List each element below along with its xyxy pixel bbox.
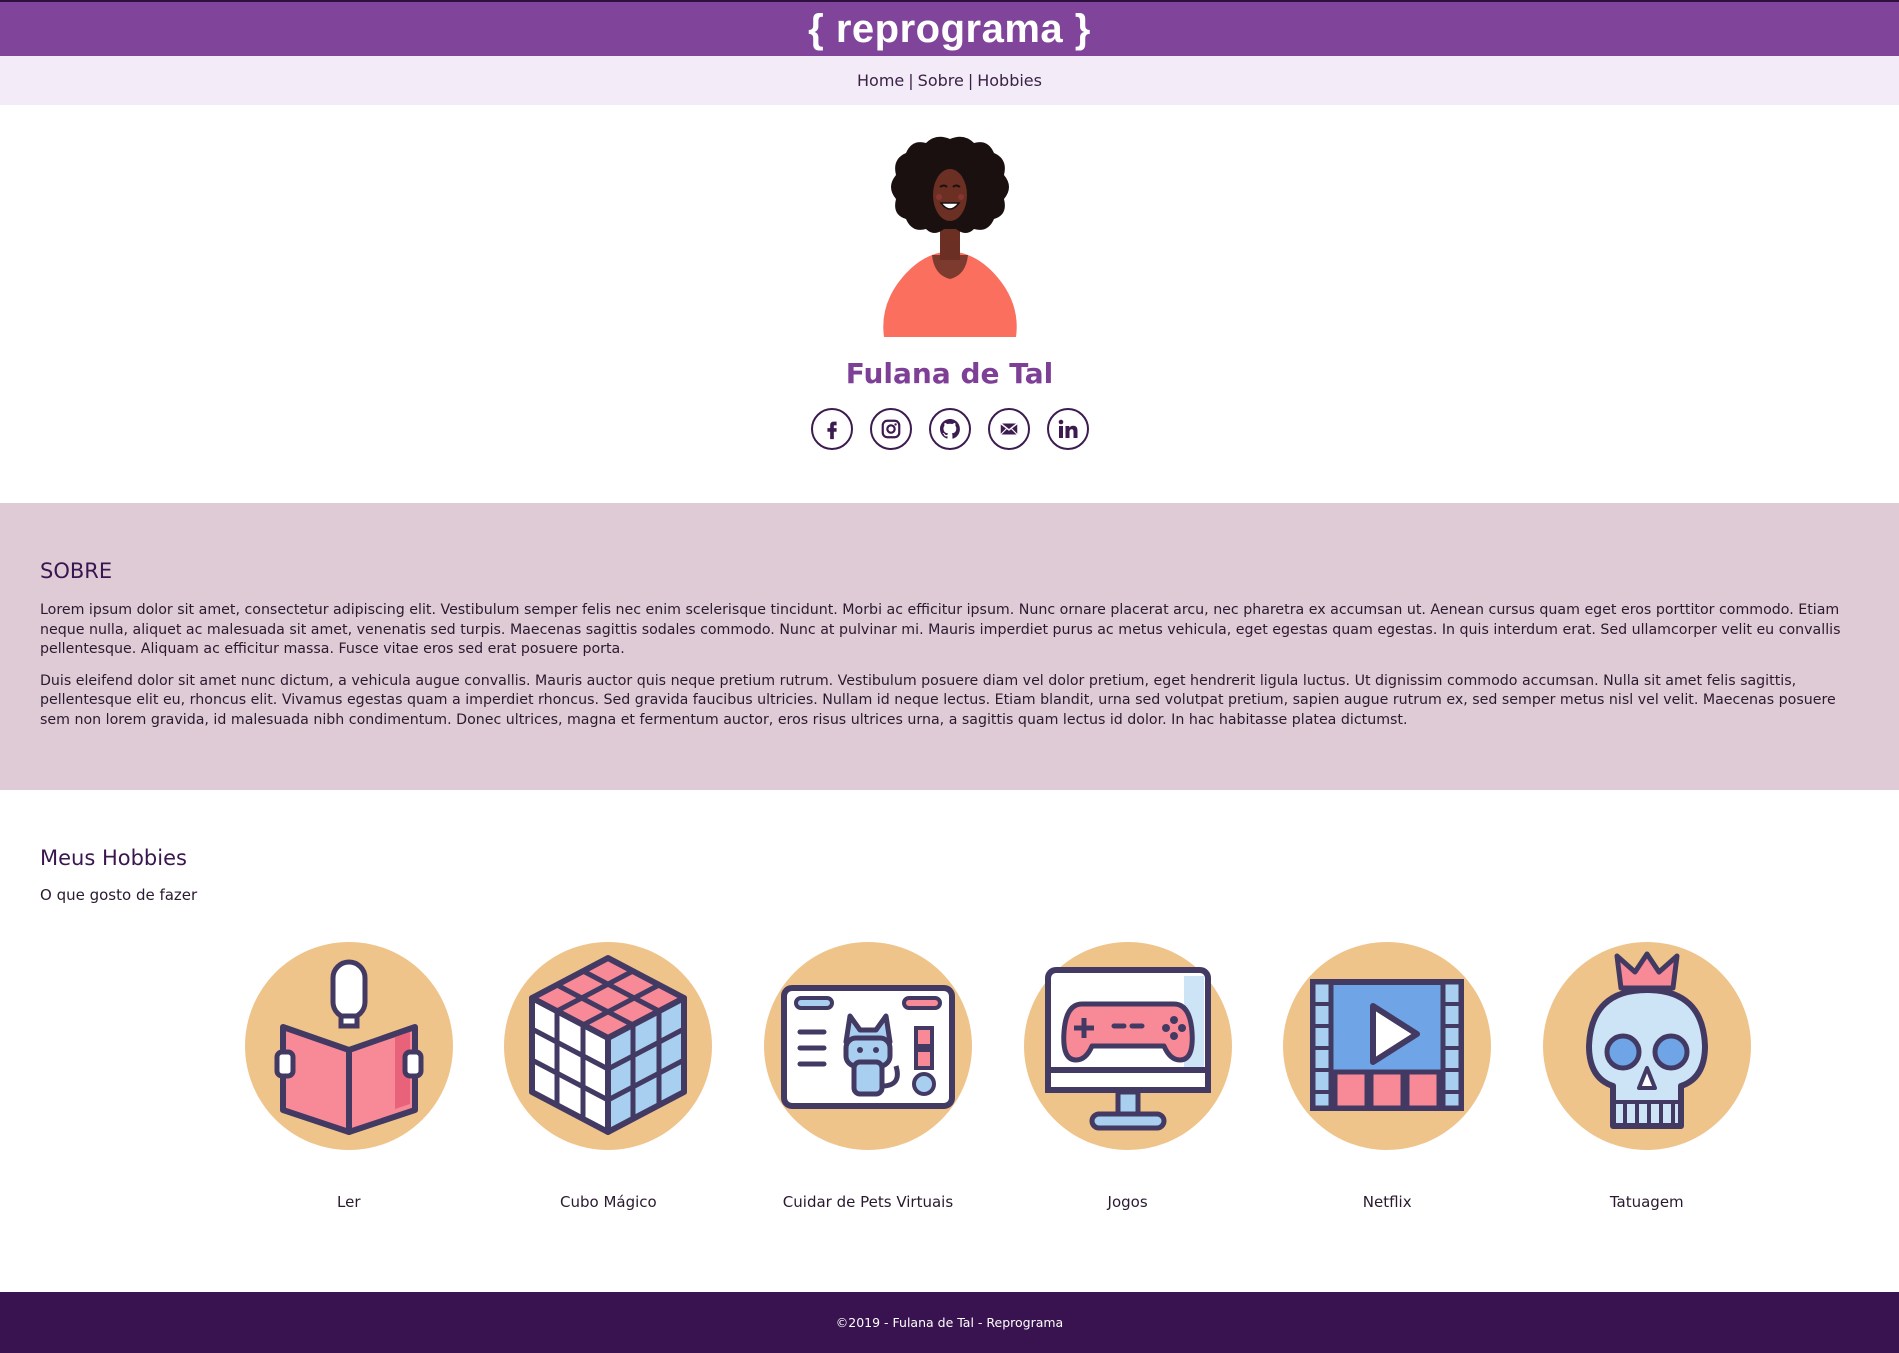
hobby-card: Tatuagem [1517,942,1777,1211]
hobbies-title: Meus Hobbies [40,846,187,870]
hobby-label: Tatuagem [1609,1193,1684,1211]
hobby-label: Cuidar de Pets Virtuais [782,1193,954,1211]
profile-section: Fulana de Tal [0,105,1899,503]
about-title: SOBRE [40,559,113,583]
hobby-label: Ler [337,1193,361,1211]
nav-separator: | [967,71,974,90]
site-logo[interactable]: { reprograma } [808,7,1091,52]
hobby-label: Jogos [1107,1193,1148,1211]
hobby-card: Cuidar de Pets Virtuais [738,942,998,1211]
linkedin-icon[interactable] [1046,408,1089,450]
skull-crown-icon [1542,942,1751,1150]
avatar [882,136,1017,337]
rubiks-cube-icon [504,942,713,1150]
social-links [810,408,1089,450]
main-nav: Home | Sobre | Hobbies [0,56,1899,105]
hobby-card: Cubo Mágico [479,942,739,1211]
github-icon[interactable] [928,408,971,450]
facebook-icon[interactable] [810,408,853,450]
hobbies-section: Meus Hobbies O que gosto de fazer Ler Cu… [0,790,1899,1292]
nav-link-home[interactable]: Home [857,71,904,90]
hobby-label: Netflix [1362,1193,1412,1211]
reading-book-icon [244,942,453,1150]
virtual-pet-cat-icon [763,942,972,1150]
instagram-icon[interactable] [869,408,912,450]
nav-link-sobre[interactable]: Sobre [918,71,964,90]
about-section: SOBRE Lorem ipsum dolor sit amet, consec… [0,503,1899,790]
hobby-card: Netflix [1257,942,1517,1211]
about-paragraph: Lorem ipsum dolor sit amet, consectetur … [40,602,1841,657]
video-player-icon [1283,942,1492,1150]
hobbies-subtitle: O que gosto de fazer [40,886,198,904]
hobby-card: Jogos [998,942,1258,1211]
nav-link-hobbies[interactable]: Hobbies [977,71,1042,90]
header-bar: { reprograma } [0,0,1899,56]
gamepad-monitor-icon [1023,942,1232,1150]
profile-name: Fulana de Tal [845,357,1054,390]
hobby-grid: Ler Cubo Mágico Cuidar de Pets Virtuais … [219,942,1859,1211]
hobby-label: Cubo Mágico [560,1193,657,1211]
footer-text: ©2019 - Fulana de Tal - Reprograma [835,1315,1064,1330]
nav-separator: | [908,71,914,90]
footer: ©2019 - Fulana de Tal - Reprograma [0,1292,1899,1353]
hobby-card: Ler [219,942,479,1211]
mail-icon[interactable] [987,408,1030,450]
about-paragraph: Duis eleifend dolor sit amet nunc dictum… [40,672,1836,728]
